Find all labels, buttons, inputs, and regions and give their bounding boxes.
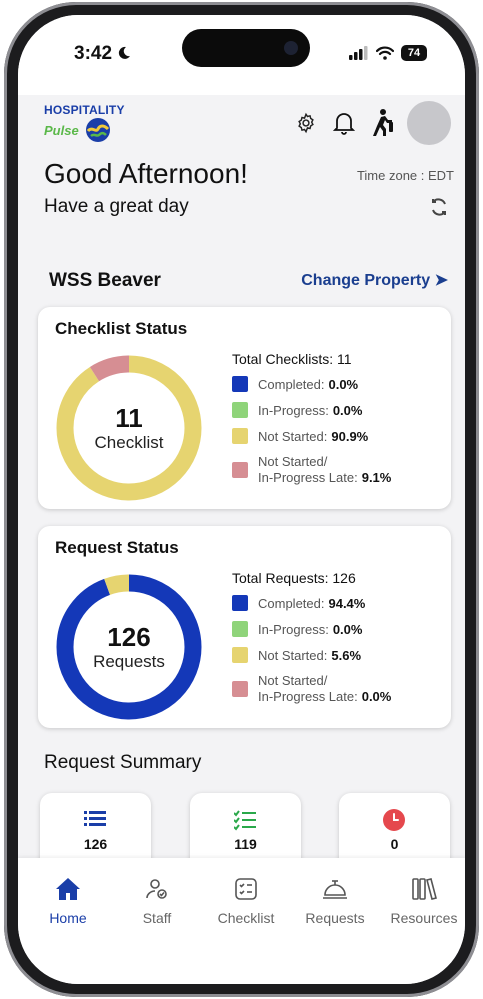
timezone-label: Time zone : EDT	[356, 168, 454, 183]
legend-label: Not Started/	[258, 673, 328, 688]
legend-swatch	[232, 595, 248, 611]
legend-value: 0.0%	[332, 621, 363, 637]
legend-swatch	[232, 428, 248, 444]
books-icon	[411, 876, 437, 902]
moon-icon	[119, 46, 131, 59]
clock-icon	[383, 809, 405, 831]
gear-icon[interactable]	[293, 110, 319, 136]
logo-globe-icon	[85, 118, 110, 142]
legend-value: 5.6%	[331, 647, 362, 663]
legend-total: Total Checklists: 11	[232, 351, 352, 367]
walking-person-icon[interactable]	[369, 109, 395, 136]
tab-label: Requests	[305, 910, 365, 926]
hospitality-pulse-logo[interactable]: HOSPITALITY Pulse	[44, 103, 124, 153]
status-icons: 74	[349, 45, 427, 61]
checklist-status-card[interactable]: Checklist Status 11 Checklist Total Chec…	[38, 307, 451, 509]
home-icon	[55, 876, 81, 902]
tab-home[interactable]: Home	[23, 876, 113, 926]
staff-icon	[144, 876, 170, 902]
property-name: WSS Beaver	[49, 270, 161, 291]
request-legend: Total Requests: 126 Completed: 94.4% In-…	[232, 570, 447, 715]
legend-label: Not Started:	[258, 428, 328, 444]
phone-frame: 3:42 74 HOSPITALITY Pulse Good Afternoon…	[4, 2, 479, 997]
legend-label: Completed:	[258, 595, 325, 611]
checklist-icon	[233, 876, 259, 902]
tab-resources[interactable]: Resources	[379, 876, 465, 926]
checklist-legend: Total Checklists: 11 Completed: 0.0% In-…	[232, 351, 447, 496]
greeting-title: Good Afternoon!	[44, 158, 248, 189]
summary-value: 126	[83, 836, 108, 852]
legend-label: In-Progress Late:	[258, 689, 358, 704]
tab-checklist[interactable]: Checklist	[201, 876, 291, 926]
dynamic-island	[182, 29, 310, 67]
service-bell-icon	[322, 876, 348, 902]
tab-label: Checklist	[217, 910, 275, 926]
legend-swatch	[232, 621, 248, 637]
legend-swatch	[232, 647, 248, 663]
bell-icon[interactable]	[331, 110, 357, 136]
legend-total: Total Requests: 126	[232, 570, 356, 586]
legend-value: 9.1%	[361, 470, 392, 485]
legend-item: Not Started: 90.9%	[232, 428, 447, 444]
screen: 3:42 74 HOSPITALITY Pulse Good Afternoon…	[18, 15, 465, 984]
donut-center: 11 Checklist	[56, 355, 202, 501]
legend-swatch	[232, 402, 248, 418]
legend-swatch	[232, 376, 248, 392]
logo-text-bottom: Pulse	[44, 123, 79, 138]
legend-item: Completed: 0.0%	[232, 376, 447, 392]
donut-number: 126	[107, 622, 151, 652]
tab-requests[interactable]: Requests	[290, 876, 380, 926]
legend-label: Not Started/	[258, 454, 328, 469]
legend-value: 0.0%	[332, 402, 363, 418]
refresh-icon[interactable]	[429, 197, 449, 217]
greeting-subtitle: Have a great day	[44, 196, 189, 217]
donut-number: 11	[115, 403, 143, 433]
wifi-icon	[376, 46, 394, 60]
checklist-icon	[234, 810, 256, 831]
tab-label: Resources	[390, 910, 458, 926]
signal-icon	[349, 46, 368, 60]
header-actions	[293, 101, 451, 145]
request-summary-title: Request Summary	[44, 752, 202, 773]
legend-item: Not Started: 5.6%	[232, 647, 447, 663]
legend-item: Not Started/ In-Progress Late: 0.0%	[232, 673, 447, 705]
legend-item: In-Progress: 0.0%	[232, 621, 447, 637]
request-status-card[interactable]: Request Status 126 Requests Total Reques…	[38, 526, 451, 728]
legend-item: In-Progress: 0.0%	[232, 402, 447, 418]
legend-label: In-Progress:	[258, 402, 329, 418]
summary-value: 0	[390, 836, 399, 852]
tab-label: Home	[49, 910, 87, 926]
donut-label: Checklist	[94, 433, 164, 452]
legend-item: Not Started/ In-Progress Late: 9.1%	[232, 454, 447, 486]
legend-value: 0.0%	[328, 376, 359, 392]
legend-swatch	[232, 462, 248, 478]
legend-label: Completed:	[258, 376, 325, 392]
legend-label: In-Progress Late:	[258, 470, 358, 485]
tab-staff[interactable]: Staff	[112, 876, 202, 926]
bottom-tab-bar: Home Staff Checklist Requests Resources	[18, 858, 465, 984]
card-title: Checklist Status	[55, 319, 188, 338]
card-title: Request Status	[55, 538, 179, 557]
donut-label: Requests	[93, 652, 165, 671]
change-property-link[interactable]: Change Property ➤	[301, 270, 448, 290]
tab-label: Staff	[142, 910, 172, 926]
status-time: 3:42	[74, 43, 131, 65]
summary-value: 119	[234, 836, 257, 852]
legend-value: 90.9%	[331, 428, 369, 444]
logo-text-top: HOSPITALITY	[44, 103, 125, 117]
legend-value: 0.0%	[361, 689, 392, 704]
status-bar: 3:42 74	[18, 15, 465, 95]
list-icon	[84, 811, 106, 826]
legend-label: Not Started:	[258, 647, 328, 663]
legend-swatch	[232, 681, 248, 697]
battery-indicator: 74	[401, 45, 427, 61]
app-header: HOSPITALITY Pulse	[18, 95, 465, 165]
avatar[interactable]	[407, 101, 451, 145]
legend-label: In-Progress:	[258, 621, 329, 637]
legend-value: 94.4%	[328, 595, 366, 611]
donut-center: 126 Requests	[56, 574, 202, 720]
legend-item: Completed: 94.4%	[232, 595, 447, 611]
